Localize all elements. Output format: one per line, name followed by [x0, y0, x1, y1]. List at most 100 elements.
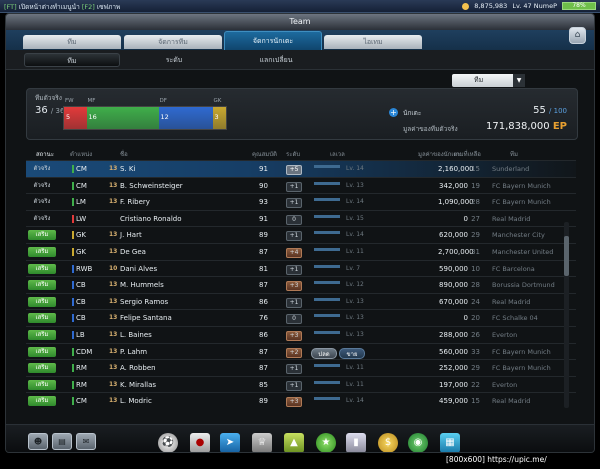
table-row[interactable]: เสริม LB 13 L. Baines 86 +3 Lv. 13 288,000 26 Eve…: [26, 325, 576, 343]
status-badge[interactable]: ตัวจริง: [28, 164, 56, 174]
table-row[interactable]: เสริม CB 13 Sergio Ramos 86 +1 Lv. 13 670,000 24…: [26, 292, 576, 310]
player-position: RM: [76, 380, 87, 389]
status-badge[interactable]: เสริม: [28, 263, 56, 274]
release-button[interactable]: ปลด: [311, 347, 337, 359]
games-remaining: 31: [471, 247, 480, 256]
status-badge[interactable]: เสริม: [28, 296, 56, 307]
status-badge[interactable]: ตัวจริง: [28, 214, 56, 224]
profile-card-icon[interactable]: ☻: [28, 433, 48, 450]
position-label: FW: [65, 98, 74, 104]
header-name[interactable]: ชื่อ: [120, 149, 128, 159]
tab-manage-players[interactable]: จัดการนักเตะ: [224, 31, 322, 50]
header-season[interactable]: เกมที่เหลือ: [454, 149, 481, 159]
table-row[interactable]: ตัวจริง LM 13 F. Ribery 93 +1 Lv. 14 1,090,000 2…: [26, 193, 576, 210]
lineup-icon[interactable]: ▤: [52, 433, 72, 450]
boot-icon[interactable]: ➤: [220, 433, 240, 452]
table-row[interactable]: เสริม CDM 13 P. Lahm 87 +2 ปลด ขาย 560,000 33 FC B…: [26, 342, 576, 360]
table-row[interactable]: เสริม CB 13 M. Hummels 87 +3 Lv. 12 890,000 28 Bo…: [26, 276, 576, 293]
status-badge[interactable]: เสริม: [28, 379, 56, 390]
games-remaining: 28: [471, 281, 480, 290]
player-exp-level: Lv. 15: [346, 214, 364, 222]
player-name: P. Lahm: [120, 347, 148, 356]
player-exp-level: Lv. 11: [346, 364, 364, 372]
cone-icon[interactable]: ▲: [284, 433, 304, 452]
status-badge[interactable]: เสริม: [28, 346, 56, 357]
player-ovr: 90: [259, 181, 268, 190]
player-ovr: 86: [259, 330, 268, 339]
position-color-mark: [72, 198, 74, 207]
table-row[interactable]: เสริม RWB 10 Dani Alves 81 +1 Lv. 7 590,000 10 FC…: [26, 259, 576, 277]
status-badge[interactable]: เสริม: [28, 246, 56, 257]
header-level[interactable]: ระดับ: [286, 149, 300, 159]
coin-balance: 8,875,983: [474, 2, 508, 10]
games-remaining: 29: [471, 364, 480, 373]
enhance-level-badge: +1: [286, 264, 302, 275]
subtab-trade[interactable]: แลกเปลี่ยน: [228, 53, 324, 67]
header-status[interactable]: สถานะ: [36, 149, 54, 159]
table-row[interactable]: เสริม GK 13 J. Hart 89 +1 Lv. 14 620,000 29 Manch…: [26, 226, 576, 243]
status-badge[interactable]: เสริม: [28, 230, 56, 241]
tab-team[interactable]: ทีม: [23, 35, 121, 49]
nation-flag-icon: 13: [109, 297, 118, 305]
shoe-icon[interactable]: ●: [190, 433, 210, 452]
player-ovr: 81: [259, 264, 268, 273]
league-badge-icon[interactable]: ★: [316, 433, 336, 452]
club-badge-icon[interactable]: ◉: [408, 433, 428, 452]
table-row[interactable]: เสริม RM 13 K. Mirallas 85 +1 Lv. 11 197,000 22 E…: [26, 375, 576, 393]
tab-manage-team[interactable]: จัดการทีม: [124, 35, 222, 49]
status-badge[interactable]: เสริม: [28, 313, 56, 324]
sell-button[interactable]: ขาย: [339, 347, 365, 359]
nation-flag-icon: 13: [109, 231, 118, 239]
team-dropdown[interactable]: ทีม ▼: [452, 74, 525, 87]
message-icon[interactable]: ✉: [76, 433, 96, 450]
enhance-level-badge: +1: [286, 297, 302, 308]
enhance-level-badge: +1: [286, 198, 302, 209]
table-row[interactable]: ตัวจริง LW Cristiano Ronaldo 91 0 Lv. 15 0 27 Re…: [26, 209, 576, 227]
nation-flag-icon: 10: [109, 264, 118, 272]
nation-flag-icon: 13: [109, 165, 118, 172]
table-row[interactable]: ตัวจริง CM 13 S. Ki 91 +5 Lv. 14 2,160,000 15 Sun…: [26, 160, 576, 177]
position-color-mark: [72, 347, 74, 356]
card-pack-icon[interactable]: ▮: [346, 433, 366, 452]
table-scrollbar[interactable]: [564, 222, 569, 408]
add-player-icon[interactable]: +: [389, 108, 398, 117]
status-badge[interactable]: ตัวจริง: [28, 181, 56, 191]
sub-tabs: ทีม ระดับ แลกเปลี่ยน: [6, 50, 594, 70]
home-button[interactable]: ⌂: [569, 27, 586, 44]
status-badge[interactable]: ตัวจริง: [28, 197, 56, 207]
squad-count: 36 / 36: [35, 105, 64, 116]
status-badge[interactable]: เสริม: [28, 363, 56, 374]
tab-items[interactable]: ไอเทม: [324, 35, 422, 49]
subtab-level[interactable]: ระดับ: [126, 53, 222, 67]
header-club[interactable]: ทีม: [510, 149, 518, 159]
table-row[interactable]: เสริม RM 13 A. Robben 87 +1 Lv. 11 252,000 29 FC …: [26, 359, 576, 376]
player-position: RM: [76, 364, 87, 373]
table-row[interactable]: เสริม CB 13 Felipe Santana 76 0 Lv. 13 0 20 FC Sc…: [26, 309, 576, 326]
header-ovr[interactable]: คุณสมบัติ: [252, 149, 277, 159]
games-remaining: 10: [471, 264, 480, 273]
subtab-team[interactable]: ทีม: [24, 53, 120, 67]
player-club: FC Schalke 04: [492, 314, 538, 323]
scrollbar-thumb[interactable]: [564, 236, 569, 276]
status-badge[interactable]: เสริม: [28, 396, 56, 407]
position-color-mark: [72, 214, 74, 223]
table-row[interactable]: ตัวจริง CM 13 B. Schweinsteiger 90 +1 Lv. 13 34…: [26, 176, 576, 194]
player-position: GK: [76, 231, 87, 240]
header-exp[interactable]: เลเวล: [330, 149, 345, 159]
coin-shop-icon[interactable]: $: [378, 433, 398, 452]
football-icon[interactable]: ⚽: [158, 433, 178, 452]
basket-icon[interactable]: ▦: [440, 433, 460, 452]
player-name: A. Robben: [120, 364, 156, 373]
status-badge[interactable]: เสริม: [28, 329, 56, 340]
trophy-icon[interactable]: ♕: [252, 433, 272, 452]
player-position: LW: [76, 214, 87, 223]
header-position[interactable]: ตำแหน่ง: [70, 149, 92, 159]
player-name: Dani Alves: [120, 264, 158, 273]
exp-bar: [314, 264, 340, 268]
table-row[interactable]: เสริม GK 13 De Gea 87 +4 Lv. 11 2,700,000 31 Manc…: [26, 242, 576, 260]
player-name: De Gea: [120, 247, 146, 256]
squad-label: ทีมตัวจริง: [35, 94, 62, 102]
table-row[interactable]: เสริม CM 13 L. Modric 89 +3 Lv. 14 459,000 15 Rea…: [26, 392, 576, 409]
watermark-text: [800x600] https://upic.me/: [446, 455, 547, 464]
status-badge[interactable]: เสริม: [28, 280, 56, 291]
